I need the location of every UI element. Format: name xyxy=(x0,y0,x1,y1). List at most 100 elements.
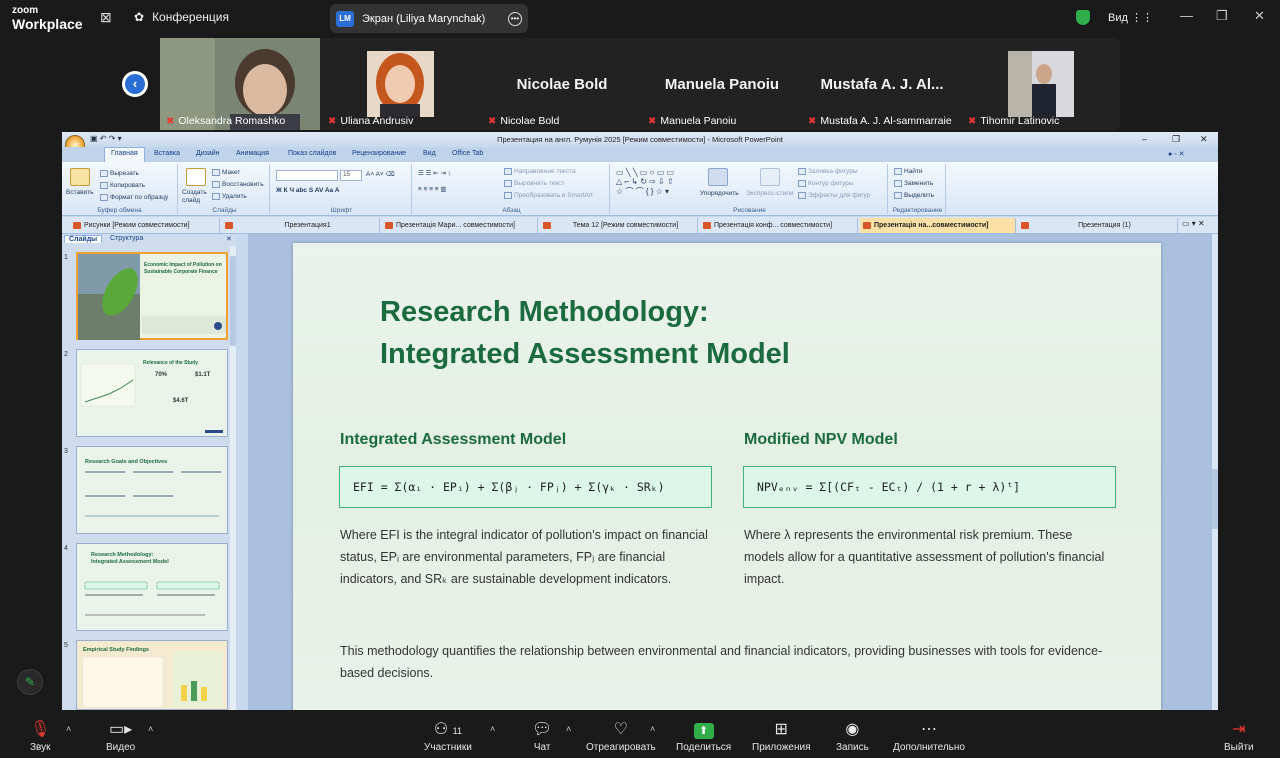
audio-options-caret[interactable]: ˄ xyxy=(66,724,71,734)
format-painter-button[interactable]: Формат по образцу xyxy=(100,194,168,201)
select-button[interactable]: Выделить xyxy=(894,192,934,199)
more-options-icon[interactable]: ••• xyxy=(508,11,522,26)
reset-button[interactable]: Восстановить xyxy=(212,181,264,188)
tab-office-tab[interactable]: Office Tab xyxy=(452,150,483,157)
tab-home[interactable]: Главная xyxy=(104,147,145,162)
minimize-icon[interactable]: — xyxy=(1180,8,1193,23)
maximize-icon[interactable]: ❐ xyxy=(1216,8,1228,24)
react-button[interactable]: ♡ Отреагировать xyxy=(586,720,656,753)
share-button[interactable]: ⬆ Поделиться xyxy=(676,720,731,753)
chat-button[interactable]: 💬︎ Чат xyxy=(532,720,552,753)
tab-view[interactable]: Вид xyxy=(423,150,436,157)
doc-tab-controls[interactable]: ▭ ▾ ✕ xyxy=(1182,219,1205,228)
shape-outline-button[interactable]: Контур фигуры xyxy=(798,180,853,187)
record-icon: ◉ xyxy=(845,721,860,738)
slide-scrollbar[interactable] xyxy=(1212,234,1218,710)
tab-outline[interactable]: Структура xyxy=(106,235,147,242)
view-button[interactable]: Вид ⋮⋮ xyxy=(1108,11,1153,24)
align-text-button[interactable]: Выровнять текст xyxy=(504,180,565,187)
close-icon[interactable]: ✕ xyxy=(1200,134,1208,145)
leave-button[interactable]: ⇥ Выйти xyxy=(1224,720,1254,753)
thumbnail-scrollbar[interactable] xyxy=(230,246,236,710)
tab-animation[interactable]: Анимация xyxy=(236,150,269,157)
participant-tile[interactable]: Manuela Panoiu ✖ Manuela Panoiu xyxy=(642,38,802,130)
apps-button[interactable]: ⊞ Приложения xyxy=(752,720,811,753)
prev-page-button[interactable]: ‹ xyxy=(122,71,148,97)
doc-tab[interactable]: Презентація конф... совместимости] xyxy=(700,218,858,233)
react-options-caret[interactable]: ˄ xyxy=(650,724,655,734)
quick-styles-button[interactable]: Экспресс-стили xyxy=(746,190,794,197)
arrange-button[interactable]: Упорядочить xyxy=(700,190,739,197)
participants-button[interactable]: ⚇ 11 Участники xyxy=(424,720,472,753)
record-button[interactable]: ◉ Запись xyxy=(836,720,869,753)
tab-slides[interactable]: Слайды xyxy=(64,235,103,243)
cut-button[interactable]: Вырезать xyxy=(100,170,139,177)
replace-button[interactable]: Заменить xyxy=(894,180,933,187)
muted-mic-icon: ✖ xyxy=(328,115,337,127)
doc-tab[interactable]: Рисунки [Режим совместимости] xyxy=(70,218,220,233)
slide-thumbnail[interactable]: Empirical Study Findings xyxy=(76,640,228,710)
close-pane-icon[interactable]: ✕ xyxy=(222,235,236,243)
doc-tab[interactable]: Презентация1 xyxy=(222,218,380,233)
more-button[interactable]: ⋯ Дополнительно xyxy=(893,720,965,753)
text-direction-button[interactable]: Направление текста xyxy=(504,168,576,175)
security-shield-icon[interactable] xyxy=(1076,10,1090,25)
participant-tile[interactable]: ✖ Oleksandra Romashko xyxy=(160,38,320,134)
paragraph-group: ☰ ☰ ⇤ ⇥ ↕ ≡ ≡ ≡ ≡ ▥ Направление текста В… xyxy=(414,164,610,214)
right-heading: Modified NPV Model xyxy=(744,431,898,448)
participants-options-caret[interactable]: ˄ xyxy=(490,724,495,734)
meeting-toolbar: 🎙︎ Звук ˄ ▭▸ Видео ˄ ⚇ 11 Участники ˄ 💬︎… xyxy=(0,710,1280,758)
tab-design[interactable]: Дизайн xyxy=(196,150,220,157)
help-icon[interactable]: ● ◦ ✕ xyxy=(1168,150,1184,158)
video-options-caret[interactable]: ˄ xyxy=(148,724,153,734)
notification-icon[interactable]: ⊠ xyxy=(100,9,112,26)
new-slide-button[interactable]: Создать слайд xyxy=(182,189,210,205)
window-title-bar: Презентация на англ. Румунія 2025 [Режим… xyxy=(62,132,1218,147)
participant-tile[interactable]: ✖ Uliana Andrusiv xyxy=(322,38,482,130)
quick-access-toolbar[interactable]: ▣ ↶ ↷ ▾ xyxy=(90,134,122,143)
tab-slideshow[interactable]: Показ слайдов xyxy=(288,150,336,157)
restore-icon[interactable]: ❐ xyxy=(1172,134,1180,145)
smartart-button[interactable]: Преобразовать в SmartArt xyxy=(504,192,593,199)
participant-tile[interactable]: Mustafa A. J. Al... ✖ Mustafa A. J. Al-sa… xyxy=(802,38,962,130)
video-button[interactable]: ▭▸ Видео xyxy=(106,720,135,753)
font-style-buttons[interactable]: Ж К Ч abc S AV Aa A xyxy=(276,187,339,194)
shape-effects-button[interactable]: Эффекты для фигур xyxy=(798,192,870,199)
doc-tab[interactable]: Презентация (1) xyxy=(1018,218,1178,233)
slide-thumbnail[interactable]: Economic Impact of Pollution on Sustaina… xyxy=(76,252,228,340)
doc-tab[interactable]: Презентація Мари... совместимости] xyxy=(382,218,538,233)
quick-styles-icon xyxy=(760,168,780,186)
tab-insert[interactable]: Вставка xyxy=(154,150,180,157)
doc-tab[interactable]: Тема 12 [Режим совместимости] xyxy=(540,218,698,233)
font-size-field[interactable]: 15 xyxy=(340,170,362,181)
close-icon[interactable]: ✕ xyxy=(1254,8,1265,24)
muted-mic-icon: ✖ xyxy=(166,115,175,127)
delete-slide-button[interactable]: Удалить xyxy=(212,193,247,200)
slide-thumbnail[interactable]: Research Methodology: Integrated Assessm… xyxy=(76,543,228,631)
screen-share-pill[interactable]: LM Экран (Liliya Marynchak) ••• xyxy=(330,4,528,33)
shapes-gallery[interactable]: ▭ ╲ ╲ ▭ ○ ▭ ▭ △ ⌐ ↳ ↻ ⇨ ⇩ ⇧ ☆ ⌒ ⌒ { } ☆ ▾ xyxy=(616,168,674,197)
zoom-logo: zoom Workplace xyxy=(12,5,83,32)
font-name-field[interactable] xyxy=(276,170,338,181)
tab-review[interactable]: Рецензирование xyxy=(352,150,406,157)
slide-thumbnail[interactable]: Research Goals and Objectives xyxy=(76,446,228,534)
current-slide[interactable]: Research Methodology: Integrated Assessm… xyxy=(293,243,1161,710)
participant-tile[interactable]: Nicolae Bold ✖ Nicolae Bold xyxy=(482,38,642,130)
meeting-info-button[interactable]: ✿ Конференция xyxy=(134,10,229,24)
chat-options-caret[interactable]: ˄ xyxy=(566,724,571,734)
font-group: 15 A˄ A˅ ⌫ Ж К Ч abc S AV Aa A Шрифт xyxy=(272,164,412,214)
paste-button[interactable]: Вставить xyxy=(66,189,94,196)
minimize-icon[interactable]: – xyxy=(1142,134,1147,144)
participant-tile[interactable]: ✖ Tihomir Latinovic xyxy=(962,38,1120,130)
layout-button[interactable]: Макет xyxy=(212,169,240,176)
copy-button[interactable]: Копировать xyxy=(100,182,145,189)
annotate-pen-icon[interactable]: ✎ xyxy=(17,669,43,695)
find-button[interactable]: Найти xyxy=(894,168,923,175)
align-buttons[interactable]: ≡ ≡ ≡ ≡ ▥ xyxy=(418,185,447,193)
slide-thumbnail[interactable]: Relevance of the Study 70% $1.1T $4.6T xyxy=(76,349,228,437)
shape-fill-button[interactable]: Заливка фигуры xyxy=(798,168,858,175)
font-size-buttons[interactable]: A˄ A˅ ⌫ xyxy=(366,170,395,178)
doc-tab-active[interactable]: Презентація на...совместимости] xyxy=(860,218,1016,233)
audio-button[interactable]: 🎙︎ Звук xyxy=(30,720,51,753)
list-buttons[interactable]: ☰ ☰ ⇤ ⇥ ↕ xyxy=(418,169,451,177)
